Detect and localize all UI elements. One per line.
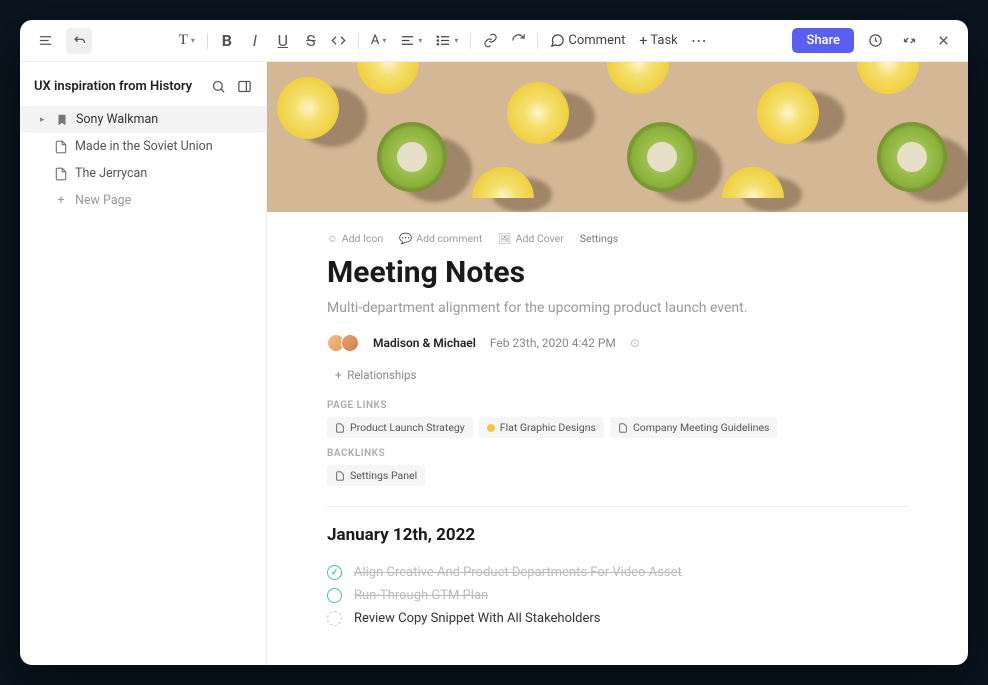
search-icon[interactable] — [208, 76, 228, 96]
doc-date: Feb 23th, 2020 4:42 PM — [490, 336, 616, 350]
bold-icon[interactable]: B — [214, 28, 240, 54]
backlinks-label: BACKLINKS — [327, 448, 908, 459]
backlinks-chips: Settings Panel — [327, 465, 908, 486]
task-label: Run-Through GTM Plan — [354, 588, 488, 603]
relationships-button[interactable]: + Relationships — [327, 364, 908, 392]
checkbox-checked-icon[interactable] — [327, 565, 342, 580]
menu-icon[interactable] — [32, 28, 58, 54]
task-row[interactable]: Run-Through GTM Plan — [327, 584, 908, 607]
task-button[interactable]: +Task — [633, 29, 683, 53]
align-dropdown[interactable]: ▾ — [394, 29, 428, 52]
code-icon[interactable] — [326, 28, 352, 54]
author-avatars[interactable] — [327, 334, 359, 352]
sidebar-item-soviet[interactable]: Made in the Soviet Union — [20, 133, 266, 160]
add-icon-button[interactable]: ☺ Add Icon — [327, 232, 383, 245]
meta-row: Madison & Michael Feb 23th, 2020 4:42 PM… — [327, 334, 908, 352]
text-style-dropdown[interactable]: T▾ — [173, 28, 201, 53]
page-links-label: PAGE LINKS — [327, 400, 908, 411]
close-icon[interactable] — [930, 28, 956, 54]
page-links-chips: Product Launch Strategy Flat Graphic Des… — [327, 417, 908, 438]
sidebar-item-label: Made in the Soviet Union — [75, 139, 213, 154]
checkbox-empty-icon[interactable] — [327, 611, 342, 626]
italic-icon[interactable]: I — [242, 28, 268, 54]
sidebar: UX inspiration from History ▸ Sony Walkm… — [20, 62, 267, 665]
doc-icon — [618, 423, 628, 433]
doc-icon — [335, 423, 345, 433]
doc-icon — [335, 471, 345, 481]
chip-settings-panel[interactable]: Settings Panel — [327, 465, 425, 486]
doc-actions: ☺ Add Icon 💬 Add comment 🖼 Add Cover Set… — [327, 232, 908, 245]
share-button[interactable]: Share — [792, 28, 854, 53]
task-label: Review Copy Snippet With All Stakeholder… — [354, 611, 601, 626]
doc-settings-button[interactable]: Settings — [580, 232, 618, 245]
page-title[interactable]: Meeting Notes — [327, 255, 908, 290]
bookmark-icon — [55, 113, 69, 127]
text-color-dropdown[interactable]: A▾ — [365, 29, 393, 52]
new-page-label: New Page — [75, 193, 131, 208]
task-row[interactable]: Align Creative And Product Departments F… — [327, 561, 908, 584]
back-icon[interactable] — [66, 28, 92, 54]
section-heading[interactable]: January 12th, 2022 — [327, 525, 908, 545]
task-label: Align Creative And Product Departments F… — [354, 565, 682, 580]
cover-image — [267, 62, 968, 212]
task-row[interactable]: Review Copy Snippet With All Stakeholder… — [327, 607, 908, 630]
add-cover-button[interactable]: 🖼 Add Cover — [498, 232, 564, 245]
sidebar-item-label: The Jerrycan — [75, 166, 147, 181]
comment-button[interactable]: Comment — [544, 29, 631, 52]
underline-icon[interactable]: U — [270, 28, 296, 54]
divider — [327, 506, 908, 507]
sidebar-title: UX inspiration from History — [34, 79, 192, 94]
content-area: ☺ Add Icon 💬 Add comment 🖼 Add Cover Set… — [267, 62, 968, 665]
collapse-icon[interactable] — [896, 28, 922, 54]
dot-icon — [487, 424, 495, 432]
panel-icon[interactable] — [234, 76, 254, 96]
app-window: T▾ B I U S A▾ ▾ ▾ Comment +Task ⋯ Share — [20, 20, 968, 665]
visibility-icon[interactable]: ⊙ — [630, 336, 640, 350]
sidebar-item-walkman[interactable]: ▸ Sony Walkman — [20, 106, 266, 133]
task-label: Task — [650, 33, 677, 48]
comment-label: Comment — [568, 33, 625, 48]
authors[interactable]: Madison & Michael — [373, 336, 476, 350]
link-icon[interactable] — [477, 28, 503, 54]
doc-icon — [54, 167, 68, 181]
refresh-icon[interactable] — [505, 28, 531, 54]
avatar — [341, 334, 359, 352]
sidebar-item-jerrycan[interactable]: The Jerrycan — [20, 160, 266, 187]
more-icon[interactable]: ⋯ — [686, 28, 712, 54]
toolbar: T▾ B I U S A▾ ▾ ▾ Comment +Task ⋯ Share — [20, 20, 968, 62]
history-icon[interactable] — [862, 28, 888, 54]
chip-product-launch[interactable]: Product Launch Strategy — [327, 417, 473, 438]
doc-icon — [54, 140, 68, 154]
chip-company-guidelines[interactable]: Company Meeting Guidelines — [610, 417, 777, 438]
list-dropdown[interactable]: ▾ — [430, 29, 464, 52]
strikethrough-icon[interactable]: S — [298, 28, 324, 54]
add-comment-button[interactable]: 💬 Add comment — [399, 232, 482, 245]
chip-flat-graphic[interactable]: Flat Graphic Designs — [479, 417, 604, 438]
sidebar-item-label: Sony Walkman — [76, 112, 158, 127]
checkbox-icon[interactable] — [327, 588, 342, 603]
new-page-button[interactable]: + New Page — [20, 187, 266, 214]
page-subtitle[interactable]: Multi-department alignment for the upcom… — [327, 300, 908, 316]
